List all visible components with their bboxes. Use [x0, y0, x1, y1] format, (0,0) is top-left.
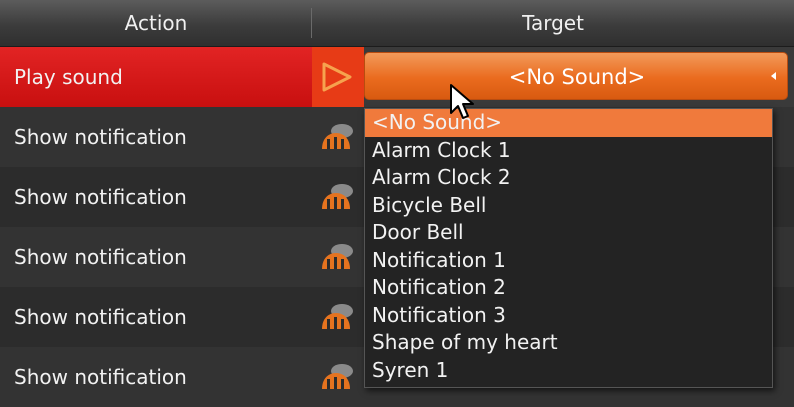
dropdown-option[interactable]: Door Bell — [365, 219, 772, 247]
action-cell[interactable]: Play sound — [0, 47, 312, 107]
action-label: Show notification — [14, 125, 187, 149]
action-icon-cell — [312, 107, 364, 167]
action-cell[interactable]: Show notification — [0, 347, 312, 407]
mouse-cursor-icon — [450, 84, 474, 119]
action-icon-cell — [312, 347, 364, 407]
action-cell[interactable]: Show notification — [0, 287, 312, 347]
chevron-icon[interactable] — [769, 71, 777, 81]
action-label: Show notification — [14, 365, 187, 389]
table-header: Action Target — [0, 0, 794, 47]
column-header-target[interactable]: Target — [312, 0, 794, 46]
action-label: Show notification — [14, 185, 187, 209]
action-cell[interactable]: Show notification — [0, 107, 312, 167]
action-icon-cell — [312, 167, 364, 227]
action-cell[interactable]: Show notification — [0, 227, 312, 287]
action-icon-cell — [312, 287, 364, 347]
notification-icon — [322, 244, 353, 269]
sound-dropdown-list[interactable]: <No Sound> Alarm Clock 1 Alarm Clock 2 B… — [364, 108, 773, 388]
notification-icon — [322, 364, 353, 389]
action-label: Show notification — [14, 305, 187, 329]
dropdown-option[interactable]: Notification 3 — [365, 302, 772, 330]
play-icon — [322, 62, 352, 92]
sound-select-value: <No Sound> — [508, 65, 646, 89]
dropdown-option[interactable]: Syren 1 — [365, 357, 772, 385]
notification-icon — [322, 124, 353, 149]
notification-icon — [322, 184, 353, 209]
dropdown-option[interactable]: Shape of my heart — [365, 329, 772, 357]
action-label: Play sound — [14, 65, 123, 89]
column-header-action[interactable]: Action — [0, 0, 312, 46]
action-icon-cell — [312, 227, 364, 287]
dropdown-option[interactable]: <No Sound> — [365, 109, 772, 137]
dropdown-option[interactable]: Alarm Clock 2 — [365, 164, 772, 192]
action-cell[interactable]: Show notification — [0, 167, 312, 227]
dropdown-option[interactable]: Alarm Clock 1 — [365, 137, 772, 165]
dropdown-option[interactable]: Notification 2 — [365, 274, 772, 302]
action-icon-cell — [312, 47, 364, 107]
notification-icon — [322, 304, 353, 329]
action-label: Show notification — [14, 245, 187, 269]
sound-select[interactable]: <No Sound> — [364, 52, 788, 100]
dropdown-option[interactable]: Bicycle Bell — [365, 192, 772, 220]
dropdown-option[interactable]: Notification 1 — [365, 247, 772, 275]
